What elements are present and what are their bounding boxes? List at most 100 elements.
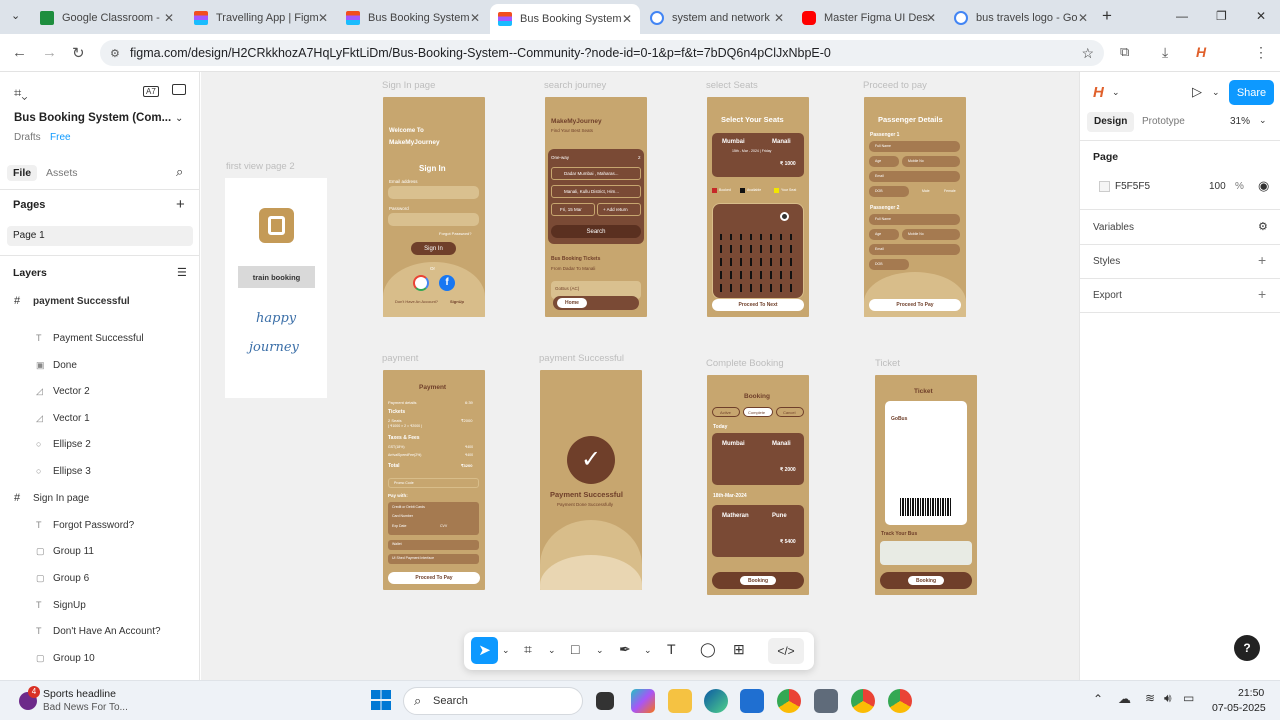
news-subtitle[interactable]: Bad News For To... — [43, 702, 128, 713]
frame-label-sign-in[interactable]: Sign In page — [382, 80, 435, 91]
tab-google-classroom[interactable]: Google Classroom - ✕ — [32, 5, 182, 31]
dev-mode-toggle[interactable]: </> — [768, 638, 804, 664]
edge-icon[interactable] — [704, 689, 728, 713]
bookmark-star-icon[interactable]: ☆ — [1081, 45, 1094, 62]
close-tab-icon[interactable]: ✕ — [470, 11, 480, 25]
shape-tool-chevron-icon[interactable]: ⌄ — [596, 645, 604, 656]
present-play-icon[interactable]: ▷ — [1192, 84, 1202, 100]
back-icon[interactable]: ← — [12, 44, 27, 61]
pay-button[interactable]: Proceed To Pay — [388, 572, 480, 584]
ai-icon[interactable]: A7 — [143, 86, 159, 97]
frame-seats[interactable]: Select Your Seats Mumbai Manali 15th - M… — [707, 97, 809, 317]
share-button[interactable]: Share — [1229, 80, 1274, 105]
close-tab-icon[interactable]: ✕ — [318, 11, 328, 25]
variables-heading[interactable]: Variables — [1093, 222, 1134, 233]
frame-label-complete[interactable]: Complete Booking — [706, 358, 784, 369]
from-field[interactable]: Dadar Mumbai , Maharas... — [551, 167, 641, 180]
promo-input[interactable]: Promo Code — [388, 478, 479, 488]
email-input[interactable] — [388, 186, 479, 199]
layer-item[interactable]: SignUp — [53, 600, 86, 611]
extensions-icon[interactable]: ⧉ — [1120, 44, 1129, 60]
age-input-1[interactable]: Age — [869, 156, 899, 167]
page-bg-hex[interactable]: F5F5F5 — [1115, 181, 1150, 192]
chrome-profile-icon[interactable] — [777, 689, 801, 713]
plan-badge[interactable]: Free — [50, 132, 71, 143]
layer-item[interactable]: Group 11 — [53, 546, 94, 557]
figma-menu-icon[interactable]: ⌗⌄ — [14, 85, 27, 101]
map-preview[interactable] — [880, 541, 972, 565]
booking-card-2[interactable]: Matheran Pune ₹ 5400 — [712, 505, 804, 557]
search-icon[interactable]: ⌕ — [176, 164, 183, 180]
close-tab-icon[interactable]: ✕ — [926, 11, 936, 25]
upi-option[interactable]: UI Shed Payment Interface — [388, 554, 479, 564]
close-window-icon[interactable]: ✕ — [1256, 9, 1266, 23]
profile-avatar-icon[interactable]: H — [1093, 84, 1104, 101]
frame-label-proceed[interactable]: Proceed to pay — [863, 80, 927, 91]
reload-icon[interactable]: ↻ — [72, 44, 85, 62]
taskbar-search[interactable]: ⌕ Search — [403, 687, 583, 715]
clock-time[interactable]: 21:50 — [1238, 687, 1264, 699]
tab-travelling-app[interactable]: Travelling App | Figm ✕ — [186, 5, 336, 31]
oneway-label[interactable]: One-way — [551, 155, 569, 160]
nav-booking[interactable]: Booking — [908, 576, 944, 585]
booking-card-1[interactable]: Mumbai Manali ₹ 2000 — [712, 433, 804, 485]
tab-master-figma[interactable]: Master Figma UI Des ✕ — [794, 5, 944, 31]
seat-grid[interactable] — [720, 234, 800, 292]
frame-passenger[interactable]: Passenger Details Passenger 1 Full Name … — [864, 97, 966, 317]
return-field[interactable]: + Add return — [597, 203, 641, 216]
pen-tool-chevron-icon[interactable]: ⌄ — [644, 645, 652, 656]
to-field[interactable]: Manali, Kullu District, Him... — [551, 185, 641, 198]
camera-icon[interactable] — [814, 689, 838, 713]
frame-tool-icon[interactable]: ⌗ — [524, 641, 532, 658]
date-field[interactable]: Fri, 15 Mar — [551, 203, 595, 216]
email-input-2[interactable]: Email — [869, 244, 960, 255]
proceed-next-button[interactable]: Proceed To Next — [712, 299, 804, 311]
fullname-input-1[interactable]: Full Name — [869, 141, 960, 152]
nav-home[interactable]: Home — [557, 298, 587, 308]
layer-item[interactable]: Forgot Password? — [53, 520, 134, 531]
tab-prototype[interactable]: Prototype — [1142, 116, 1185, 127]
card-box[interactable]: Credit or Debit Cards Card Number Exp Da… — [388, 502, 479, 535]
add-page-icon[interactable]: + — [176, 196, 185, 213]
file-title[interactable]: Bus Booking System (Com... — [14, 112, 171, 124]
present-chevron-icon[interactable]: ⌄ — [1212, 87, 1220, 98]
frame-complete-booking[interactable]: Booking Active Complete Cancel Today Mum… — [707, 375, 809, 595]
pen-tool-icon[interactable]: ✒ — [619, 641, 631, 658]
frame-label-payment-success[interactable]: payment Successful — [539, 353, 624, 364]
variables-settings-icon[interactable]: ⚙ — [1258, 220, 1268, 233]
frame-first-view[interactable]: train booking happy journey — [225, 178, 327, 398]
close-tab-icon[interactable]: ✕ — [774, 11, 784, 25]
new-tab-button[interactable]: + — [1102, 6, 1112, 26]
frame-label-ticket[interactable]: Ticket — [875, 358, 900, 369]
add-export-icon[interactable]: + — [1258, 286, 1266, 302]
zoom-level[interactable]: 31% — [1230, 116, 1250, 127]
shape-tool-icon[interactable]: □ — [571, 641, 579, 657]
male-option[interactable]: Male — [922, 189, 930, 193]
url-field[interactable]: ⚙ figma.com/design/H2CRkkhozA7HqLyFktLiD… — [100, 40, 1104, 66]
wifi-icon[interactable]: ≋ — [1145, 691, 1155, 705]
frame-ticket[interactable]: Ticket GoBus Track Your Bus Booking — [875, 375, 977, 595]
profile-chevron-icon[interactable]: ⌄ — [1112, 87, 1120, 98]
dob-input-2[interactable]: DOB — [869, 259, 909, 270]
copilot-icon[interactable] — [631, 689, 655, 713]
frame-sign-in[interactable]: Welcome To MakeMyJourney Sign In Email a… — [383, 97, 485, 317]
page-bg-opacity[interactable]: 100 — [1209, 181, 1226, 192]
close-tab-icon[interactable]: ✕ — [1078, 11, 1088, 25]
chrome-icon[interactable] — [851, 689, 875, 713]
tray-chevron-icon[interactable]: ⌃ — [1093, 692, 1103, 706]
layers-sort-icon[interactable]: ☰ — [177, 266, 187, 279]
email-input-1[interactable]: Email — [869, 171, 960, 182]
wallet-option[interactable]: Wallet — [388, 540, 479, 550]
fullname-input-2[interactable]: Full Name — [869, 214, 960, 225]
zoom-chevron-icon[interactable]: ⌄ — [1259, 115, 1267, 126]
frame-label-payment[interactable]: payment — [382, 353, 418, 364]
tab-design[interactable]: Design — [1087, 112, 1135, 132]
tab-active[interactable]: Active — [712, 407, 740, 417]
google-icon[interactable] — [413, 275, 429, 291]
battery-icon[interactable]: ▭ — [1183, 691, 1194, 705]
actions-tool-icon[interactable]: ⊞ — [733, 641, 745, 658]
nav-booking[interactable]: Booking — [740, 576, 776, 585]
task-view-icon[interactable] — [596, 692, 614, 710]
tab-search-chevron-icon[interactable]: ⌄ — [11, 9, 20, 22]
forgot-link[interactable]: Forgot Password? — [439, 231, 471, 236]
